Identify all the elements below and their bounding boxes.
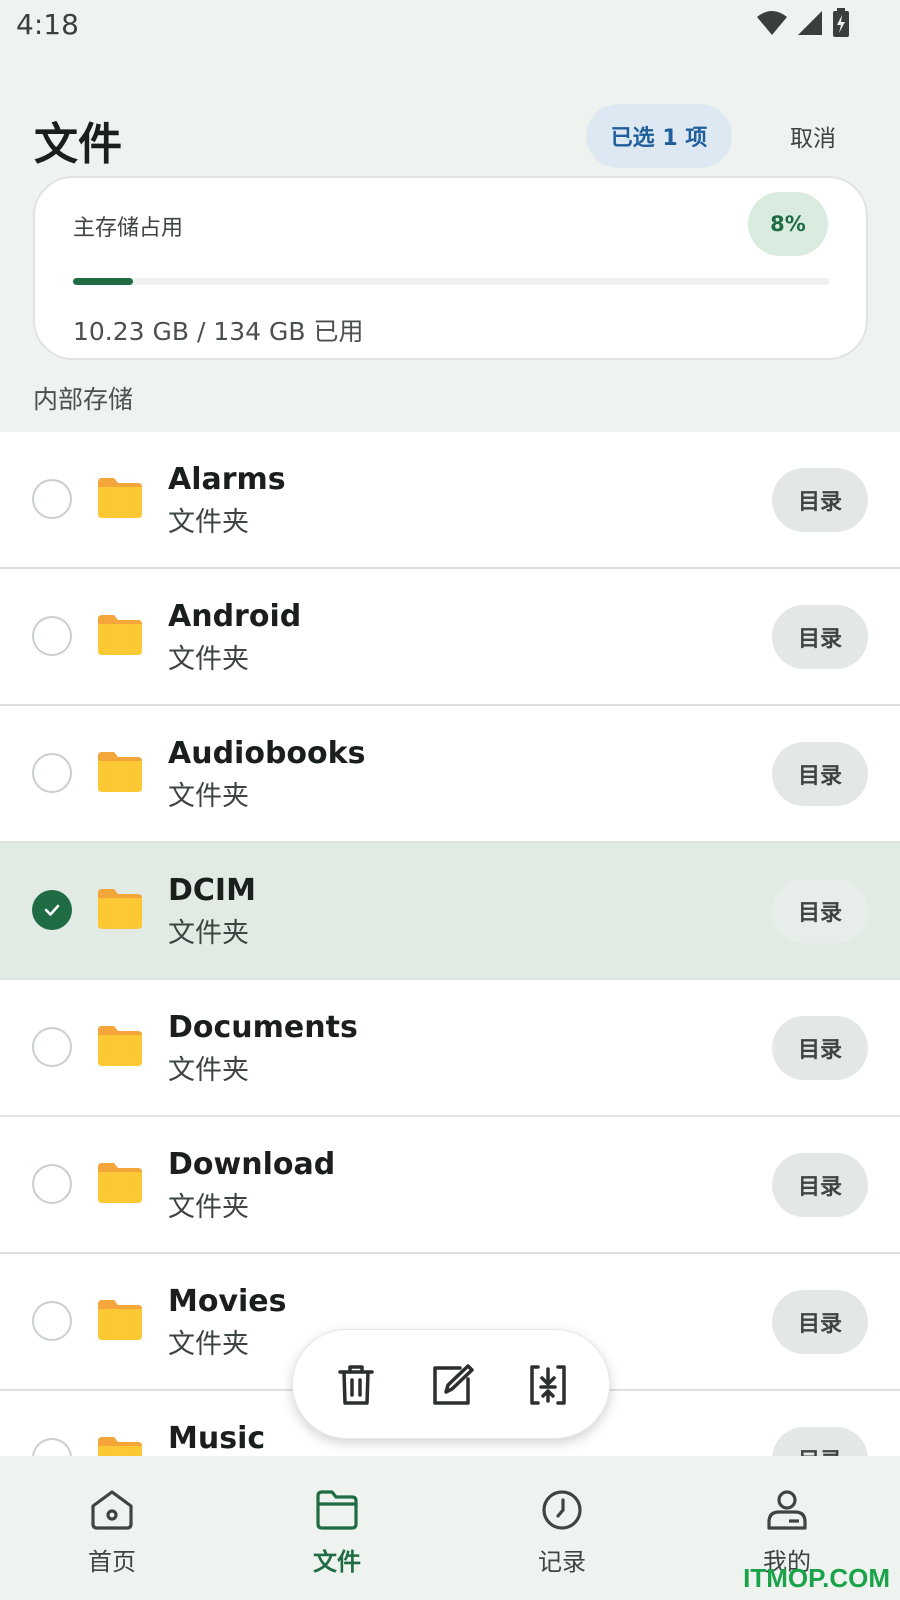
selection-action-bar (292, 1329, 610, 1439)
checkbox[interactable] (32, 753, 72, 793)
folder-icon (98, 478, 142, 522)
storage-percent-badge: 8% (748, 192, 828, 256)
status-time: 4:18 (16, 8, 79, 41)
directory-button[interactable]: 目录 (772, 1427, 868, 1456)
folder-icon (98, 1437, 142, 1456)
watermark: ITMOP.COM (743, 1563, 890, 1593)
wifi-icon (757, 11, 787, 35)
storage-card: 主存储占用 8% 10.23 GB / 134 GB 已用 (33, 176, 868, 360)
folder-row-audiobooks[interactable]: Audiobooks 文件夹 目录 (0, 706, 900, 843)
storage-progress-fill (73, 278, 134, 285)
nav-label: 文件 (313, 1548, 361, 1576)
checkbox[interactable] (32, 1027, 72, 1067)
checkbox[interactable] (32, 1438, 72, 1456)
directory-button[interactable]: 目录 (772, 605, 868, 669)
nav-label: 记录 (538, 1548, 586, 1576)
directory-button[interactable]: 目录 (772, 742, 868, 806)
folder-name: Download (168, 1147, 336, 1182)
directory-button[interactable]: 目录 (772, 879, 868, 943)
selection-count-badge[interactable]: 已选 1 项 (586, 104, 732, 168)
directory-button[interactable]: 目录 (772, 468, 868, 532)
folder-icon (98, 752, 142, 796)
home-icon (89, 1488, 135, 1536)
directory-button[interactable]: 目录 (772, 1290, 868, 1354)
folder-type: 文件夹 (168, 507, 249, 538)
folder-type: 文件夹 (168, 781, 249, 812)
nav-item-clock[interactable]: 记录 (502, 1488, 622, 1578)
folder-icon (98, 1163, 142, 1207)
nav-label: 首页 (88, 1548, 136, 1576)
folder-name: Movies (168, 1284, 287, 1319)
trash-icon[interactable] (333, 1362, 379, 1408)
page-title: 文件 (34, 119, 122, 170)
folder-row-documents[interactable]: Documents 文件夹 目录 (0, 980, 900, 1117)
checkbox[interactable] (32, 616, 72, 656)
clock-icon (539, 1488, 585, 1536)
folder-name: Alarms (168, 462, 286, 497)
folder-row-alarms[interactable]: Alarms 文件夹 目录 (0, 432, 900, 569)
checkbox[interactable] (32, 1164, 72, 1204)
cancel-button[interactable]: 取消 (770, 104, 856, 168)
folder-row-android[interactable]: Android 文件夹 目录 (0, 569, 900, 706)
folder-row-dcim[interactable]: DCIM 文件夹 目录 (0, 843, 900, 980)
compress-icon[interactable] (525, 1362, 571, 1408)
folder-icon (98, 615, 142, 659)
folder-type: 文件夹 (168, 1055, 249, 1086)
folder-type: 文件夹 (168, 1329, 249, 1360)
nav-item-home[interactable]: 首页 (52, 1488, 172, 1578)
section-title: 内部存储 (33, 385, 134, 414)
folder-type: 文件夹 (168, 1192, 249, 1223)
storage-usage-text: 10.23 GB / 134 GB 已用 (73, 317, 364, 346)
status-icons (756, 8, 850, 38)
person-icon (764, 1488, 810, 1536)
cellular-signal-icon (798, 11, 822, 35)
file-list[interactable]: Alarms 文件夹 目录 Android 文件夹 目录 Audiobooks 文件夹 目录 DC… (0, 432, 900, 1456)
storage-progress-bar (73, 278, 829, 285)
edit-icon[interactable] (429, 1362, 475, 1408)
folder-icon (98, 1300, 142, 1344)
folder-name: Music (168, 1421, 266, 1456)
nav-item-folder[interactable]: 文件 (277, 1488, 397, 1578)
folder-row-download[interactable]: Download 文件夹 目录 (0, 1117, 900, 1254)
folder-type: 文件夹 (168, 644, 249, 675)
checkbox-checked[interactable] (32, 890, 72, 930)
folder-name: Android (168, 599, 302, 634)
folder-icon (98, 1026, 142, 1070)
battery-icon (833, 8, 849, 37)
folder-name: Documents (168, 1010, 358, 1045)
status-bar: 4:18 (0, 0, 900, 50)
folder-type: 文件夹 (168, 918, 249, 949)
folder-icon (98, 889, 142, 933)
folder-name: Audiobooks (168, 736, 366, 771)
directory-button[interactable]: 目录 (772, 1016, 868, 1080)
checkbox[interactable] (32, 479, 72, 519)
folder-name: DCIM (168, 873, 256, 908)
folder-icon (314, 1488, 360, 1536)
directory-button[interactable]: 目录 (772, 1153, 868, 1217)
checkbox[interactable] (32, 1301, 72, 1341)
storage-label: 主存储占用 (73, 216, 184, 241)
